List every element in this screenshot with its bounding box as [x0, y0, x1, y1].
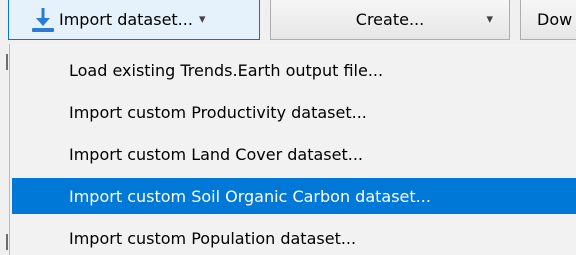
menu-item-label: Load existing Trends.Earth output file..…	[69, 60, 384, 80]
import-dataset-button[interactable]: Import dataset... ▾	[8, 0, 260, 40]
create-label: Create...	[355, 10, 425, 29]
menu-item-import-population[interactable]: Import custom Population dataset...	[12, 220, 576, 255]
download-tray-icon	[32, 7, 54, 32]
chevron-down-icon: ▾	[486, 12, 493, 27]
window-left-edge	[0, 44, 9, 255]
edge-tick	[6, 234, 8, 250]
menu-item-import-productivity[interactable]: Import custom Productivity dataset...	[12, 94, 576, 130]
menu-item-label: Import custom Land Cover dataset...	[69, 144, 363, 164]
edge-tick	[6, 54, 8, 70]
menu-item-label: Import custom Soil Organic Carbon datase…	[69, 186, 431, 206]
download-label: Dow	[537, 10, 573, 29]
create-button[interactable]: Create... ▾	[270, 0, 510, 40]
import-dataset-label: Import dataset...	[59, 10, 193, 29]
menu-item-load-output[interactable]: Load existing Trends.Earth output file..…	[12, 52, 576, 88]
app-window: Import dataset... ▾ Create... ▾ Dow Load…	[0, 0, 576, 255]
import-dataset-menu: Load existing Trends.Earth output file..…	[9, 44, 576, 255]
download-button[interactable]: Dow	[520, 0, 576, 40]
toolbar: Import dataset... ▾ Create... ▾ Dow	[0, 0, 576, 44]
menu-item-import-soil-organic-carbon[interactable]: Import custom Soil Organic Carbon datase…	[12, 178, 576, 214]
menu-item-import-land-cover[interactable]: Import custom Land Cover dataset...	[12, 136, 576, 172]
chevron-down-icon: ▾	[198, 12, 206, 27]
menu-item-label: Import custom Population dataset...	[69, 228, 357, 248]
menu-item-label: Import custom Productivity dataset...	[69, 102, 367, 122]
